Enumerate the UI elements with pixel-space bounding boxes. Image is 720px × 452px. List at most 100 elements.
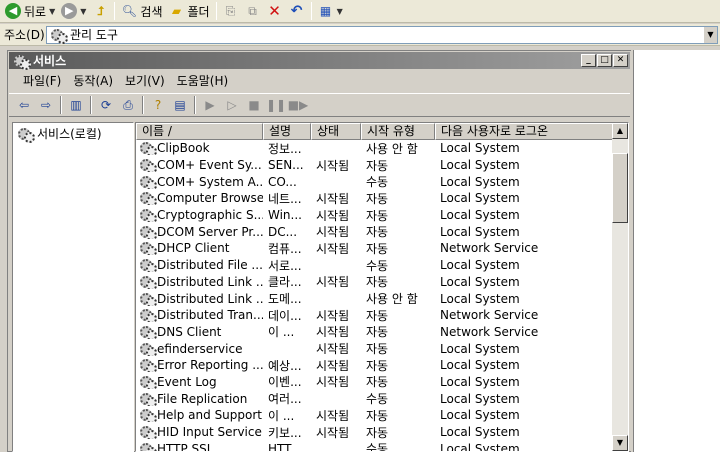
pause-service-button[interactable]: ❚❚ [265, 95, 287, 115]
service-name-text: Help and Support [157, 408, 262, 423]
close-button[interactable]: ✕ [613, 54, 628, 67]
table-row[interactable]: Error Reporting ... 예상... 시작됨 자동 Local Syste… [136, 357, 613, 374]
service-startup-type-cell: 자동 [366, 325, 389, 340]
menu-file[interactable]: 파일(F) [17, 72, 67, 90]
toolbar-separator [90, 96, 92, 114]
tree-item-services-local[interactable]: 서비스(로컬) [17, 125, 102, 143]
properties-button[interactable]: ▤ [169, 95, 191, 115]
service-description-cell: 예상... [268, 358, 302, 373]
table-row[interactable]: HID Input Service 키보... 시작됨 자동 Local System [136, 424, 613, 441]
scrollbar-thumb[interactable] [612, 153, 628, 223]
views-grid-icon: ▦ [319, 4, 332, 18]
service-description-cell: 이벤... [268, 375, 302, 390]
service-name-text: DNS Client [157, 324, 222, 339]
column-header-startup-type[interactable]: 시작 유형 [361, 123, 435, 140]
service-gear-icon [139, 275, 157, 289]
copy-to-button[interactable]: ⧉ [242, 1, 264, 22]
export-list-button[interactable]: ⎙ [117, 95, 139, 115]
menu-help[interactable]: 도움말(H) [171, 72, 235, 90]
move-to-button[interactable]: ⎘ [220, 1, 242, 22]
search-button[interactable]: 🔍︎ 검색 [118, 1, 165, 22]
service-log-on-as-cell: Local System [440, 258, 520, 273]
menu-action[interactable]: 동작(A) [67, 72, 119, 90]
menu-view[interactable]: 보기(V) [119, 72, 171, 90]
search-label: 검색 [140, 4, 163, 19]
table-row[interactable]: DNS Client 이 ... 시작됨 자동 Network Service [136, 324, 613, 341]
table-row[interactable]: Distributed File ... 서로... 수동 Local System [136, 257, 613, 274]
service-name-text: Error Reporting ... [157, 358, 263, 373]
service-gear-icon [139, 425, 157, 440]
service-log-on-as-cell: Local System [440, 191, 520, 206]
column-header-log-on-as[interactable]: 다음 사용자로 로그온 [435, 123, 613, 140]
back-button[interactable]: ◀ 뒤로 ▼ [2, 1, 58, 22]
forward-button[interactable]: ▶ ▼ [58, 1, 89, 22]
service-name-cell: COM+ Event Sy... [136, 158, 263, 173]
start-service-button[interactable]: ▶ [199, 95, 221, 115]
forward-button[interactable]: ⇨ [35, 95, 57, 115]
forward-arrow-icon: ▶ [61, 3, 78, 19]
scroll-down-button[interactable]: ▼ [612, 435, 628, 451]
table-row[interactable]: Distributed Link ... 도메... 사용 안 함 Local Sys… [136, 290, 613, 307]
restart-service-button[interactable]: ■▶ [287, 95, 309, 115]
help-button[interactable]: ? [147, 95, 169, 115]
service-startup-type-cell: 사용 안 함 [366, 292, 418, 307]
console-tree-icon: ▥ [70, 98, 82, 112]
service-status-cell: 시작됨 [316, 358, 350, 373]
window-titlebar[interactable]: 서비스 _ □ ✕ [9, 52, 630, 70]
folder-icon: ▰ [171, 4, 182, 18]
table-row[interactable]: Event Log 이벤... 시작됨 자동 Local System [136, 374, 613, 391]
table-row[interactable]: COM+ Event Sy... SEN... 시작됨 자동 Local System [136, 157, 613, 174]
service-log-on-as-cell: Network Service [440, 308, 539, 323]
service-status-cell: 시작됨 [316, 275, 350, 290]
service-log-on-as-cell: Network Service [440, 324, 539, 339]
service-name-cell: Help and Support [136, 408, 263, 423]
delete-button[interactable]: ✕ [264, 1, 286, 22]
vertical-scrollbar[interactable]: ▲ ▼ [612, 123, 628, 451]
table-row[interactable]: Cryptographic S... Win... 시작됨 자동 Local Syste… [136, 207, 613, 224]
show-tree-button[interactable]: ▥ [65, 95, 87, 115]
service-gear-icon [139, 158, 157, 173]
table-row[interactable]: DHCP Client 컴퓨... 시작됨 자동 Network Service [136, 240, 613, 257]
service-description-cell: HTT... [268, 441, 302, 452]
views-button[interactable]: ▦ ▼ [315, 1, 346, 22]
table-row[interactable]: Help and Support 이 ... 시작됨 자동 Local System [136, 407, 613, 424]
minimize-button[interactable]: _ [581, 54, 596, 67]
up-folder-button[interactable]: ⮥ [89, 1, 111, 22]
column-header-status[interactable]: 상태 [311, 123, 361, 140]
service-name-text: DCOM Server Pr... [157, 224, 263, 239]
service-startup-type-cell: 자동 [366, 342, 389, 357]
chevron-down-icon[interactable]: ▼ [49, 7, 55, 16]
undo-button[interactable]: ↶ [286, 1, 308, 22]
service-name-cell: ClipBook [136, 141, 263, 156]
table-row[interactable]: ClipBook 정보... 사용 안 함 Local System [136, 140, 613, 157]
scroll-up-button[interactable]: ▲ [612, 123, 628, 139]
address-input[interactable]: 관리 도구 ▼ [46, 25, 718, 44]
maximize-button[interactable]: □ [597, 54, 612, 67]
restart-icon: ■▶ [287, 98, 309, 112]
service-name-text: File Replication [157, 391, 248, 406]
table-row[interactable]: COM+ System A... CO... 수동 Local System [136, 173, 613, 190]
service-description-cell: DC... [268, 224, 298, 239]
back-button[interactable]: ⇦ [13, 95, 35, 115]
column-header-description[interactable]: 설명 [263, 123, 311, 140]
service-gear-icon [139, 442, 157, 451]
table-row[interactable]: File Replication 여러... 수동 Local System [136, 390, 613, 407]
chevron-down-icon[interactable]: ▼ [80, 7, 86, 16]
column-header-name[interactable]: 이름 / [136, 123, 263, 140]
folders-button[interactable]: ▰ 폴더 [166, 1, 213, 22]
refresh-button[interactable]: ⟳ [95, 95, 117, 115]
table-row[interactable]: DCOM Server Pr... DC... 시작됨 자동 Local System [136, 223, 613, 240]
table-row[interactable]: Distributed Link ... 클라... 시작됨 자동 Local Syst… [136, 274, 613, 291]
table-row[interactable]: Distributed Tran... 데이... 시작됨 자동 Network Ser… [136, 307, 613, 324]
start-service-alt-button[interactable]: ▷ [221, 95, 243, 115]
table-row[interactable]: HTTP SSL HTT... 수동 Local System [136, 440, 613, 452]
stop-service-button[interactable]: ■ [243, 95, 265, 115]
service-gear-icon [139, 258, 157, 273]
play-icon: ▷ [227, 98, 237, 112]
service-description-cell: 서로... [268, 258, 302, 273]
table-row[interactable]: Computer Browser 네트... 시작됨 자동 Local System [136, 190, 613, 207]
table-row[interactable]: efinderservice 시작됨 자동 Local System [136, 340, 613, 357]
properties-icon: ▤ [174, 98, 186, 112]
chevron-down-icon[interactable]: ▼ [703, 26, 717, 43]
forward-arrow-icon: ⇨ [40, 98, 52, 112]
